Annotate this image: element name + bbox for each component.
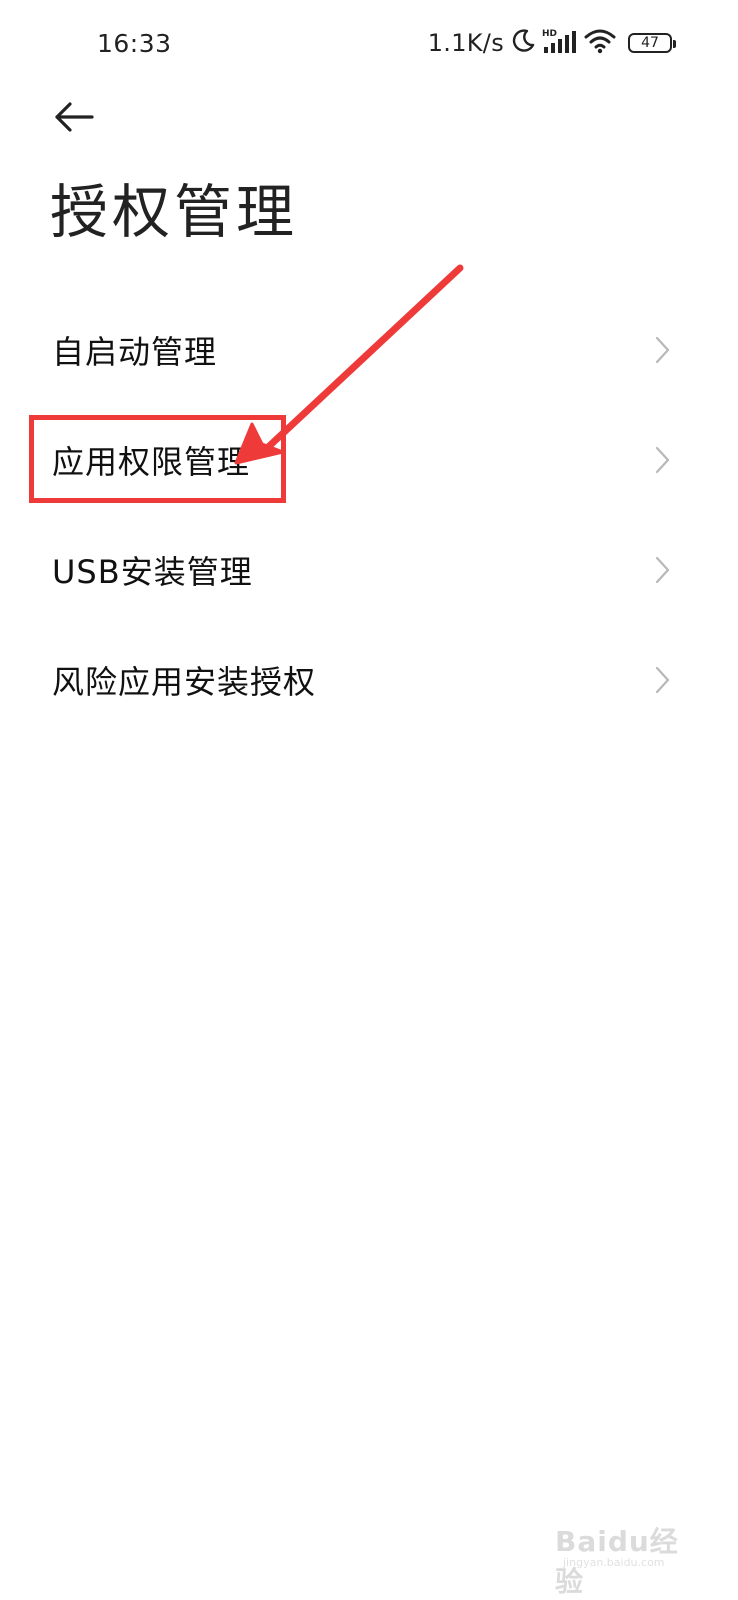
back-button[interactable]	[46, 92, 102, 142]
status-bar: 16:33 1.1K/s HD 47	[0, 0, 738, 86]
watermark-url: jingyan.baidu.com	[563, 1556, 665, 1569]
menu-item-label: 自启动管理	[52, 333, 218, 371]
page-title: 授权管理	[50, 178, 299, 246]
moon-icon	[510, 28, 536, 58]
hd-signal-icon: HD	[542, 27, 578, 59]
status-indicators: 1.1K/s HD 47	[427, 27, 676, 59]
wifi-icon	[584, 28, 616, 58]
svg-text:HD: HD	[542, 29, 557, 39]
menu-item-auto-start[interactable]: 自启动管理	[0, 295, 738, 405]
chevron-right-icon	[655, 666, 670, 694]
chevron-right-icon	[655, 556, 670, 584]
menu-item-label: 风险应用安装授权	[52, 663, 317, 701]
status-time: 16:33	[97, 29, 172, 58]
watermark-logo-text: Baidu经验	[555, 1525, 679, 1598]
settings-menu-list: 自启动管理 应用权限管理 USB安装管理 风险应用安装授权	[0, 295, 738, 735]
network-speed: 1.1K/s	[427, 29, 504, 57]
chevron-right-icon	[655, 336, 670, 364]
menu-item-app-permissions[interactable]: 应用权限管理	[0, 405, 738, 515]
battery-level: 47	[641, 35, 659, 51]
arrow-left-icon	[55, 102, 94, 132]
battery-icon: 47	[628, 33, 676, 53]
menu-item-risky-app-install[interactable]: 风险应用安装授权	[0, 625, 738, 735]
baidu-watermark-logo: Baidu经验 jingyan.baidu.com	[555, 1520, 695, 1598]
menu-item-label: 应用权限管理	[52, 443, 251, 481]
chevron-right-icon	[655, 446, 670, 474]
menu-item-usb-install[interactable]: USB安装管理	[0, 515, 738, 625]
menu-item-label: USB安装管理	[52, 553, 253, 591]
